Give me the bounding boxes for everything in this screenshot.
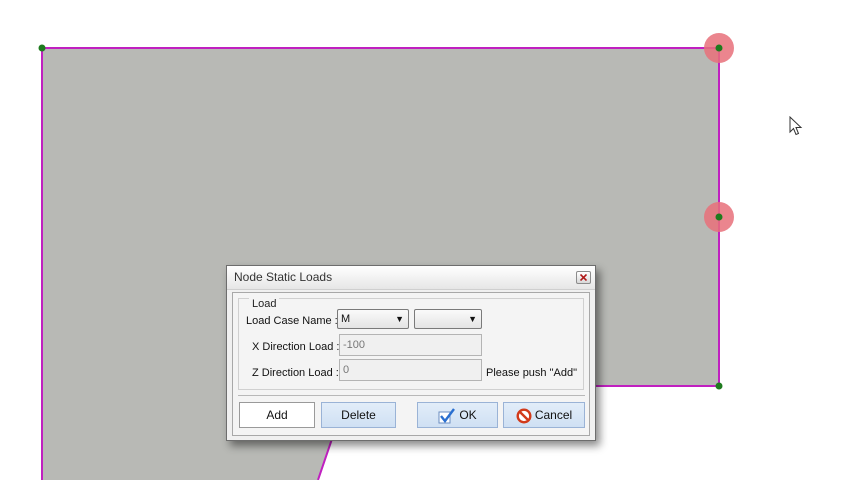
ok-button[interactable]: OK bbox=[417, 402, 498, 428]
delete-button-label: Delete bbox=[341, 408, 376, 422]
load-case-name-label: Load Case Name : bbox=[246, 315, 338, 327]
load-case-select[interactable]: M ▼ bbox=[337, 309, 409, 329]
load-case-secondary-select[interactable]: ▼ bbox=[414, 309, 482, 329]
z-direction-load-input[interactable]: 0 bbox=[339, 359, 482, 381]
load-case-value: M bbox=[341, 313, 351, 325]
close-icon bbox=[580, 274, 587, 281]
add-button[interactable]: Add bbox=[239, 402, 315, 428]
z-direction-load-value: 0 bbox=[343, 364, 350, 376]
chevron-down-icon: ▼ bbox=[468, 314, 477, 324]
node-point[interactable] bbox=[715, 44, 723, 52]
dialog-title: Node Static Loads bbox=[234, 270, 333, 284]
delete-button[interactable]: Delete bbox=[321, 402, 396, 428]
dialog-titlebar[interactable]: Node Static Loads bbox=[227, 266, 595, 290]
chevron-down-icon: ▼ bbox=[395, 314, 404, 324]
checkmark-icon bbox=[438, 408, 456, 424]
node-point[interactable] bbox=[38, 44, 46, 52]
x-direction-load-input[interactable]: -100 bbox=[339, 334, 482, 356]
node-point[interactable] bbox=[715, 213, 723, 221]
dialog-body: Load Load Case Name : M ▼ ▼ X Direction … bbox=[232, 292, 590, 436]
mouse-pointer-icon bbox=[789, 116, 803, 136]
ok-button-label: OK bbox=[459, 408, 477, 422]
add-hint-text: Please push "Add" bbox=[486, 367, 577, 379]
prohibited-icon bbox=[516, 408, 532, 424]
x-direction-load-label: X Direction Load : bbox=[252, 341, 340, 353]
divider bbox=[238, 395, 585, 396]
node-point[interactable] bbox=[715, 382, 723, 390]
close-button[interactable] bbox=[576, 271, 591, 284]
cancel-button-label: Cancel bbox=[534, 408, 573, 422]
node-static-loads-dialog: Node Static Loads Load Load Case Name : … bbox=[226, 265, 596, 441]
x-direction-load-value: -100 bbox=[343, 339, 366, 351]
add-button-label: Add bbox=[266, 408, 288, 422]
load-group-label: Load bbox=[249, 298, 280, 310]
cancel-button[interactable]: Cancel bbox=[503, 402, 585, 428]
z-direction-load-label: Z Direction Load : bbox=[252, 367, 339, 379]
